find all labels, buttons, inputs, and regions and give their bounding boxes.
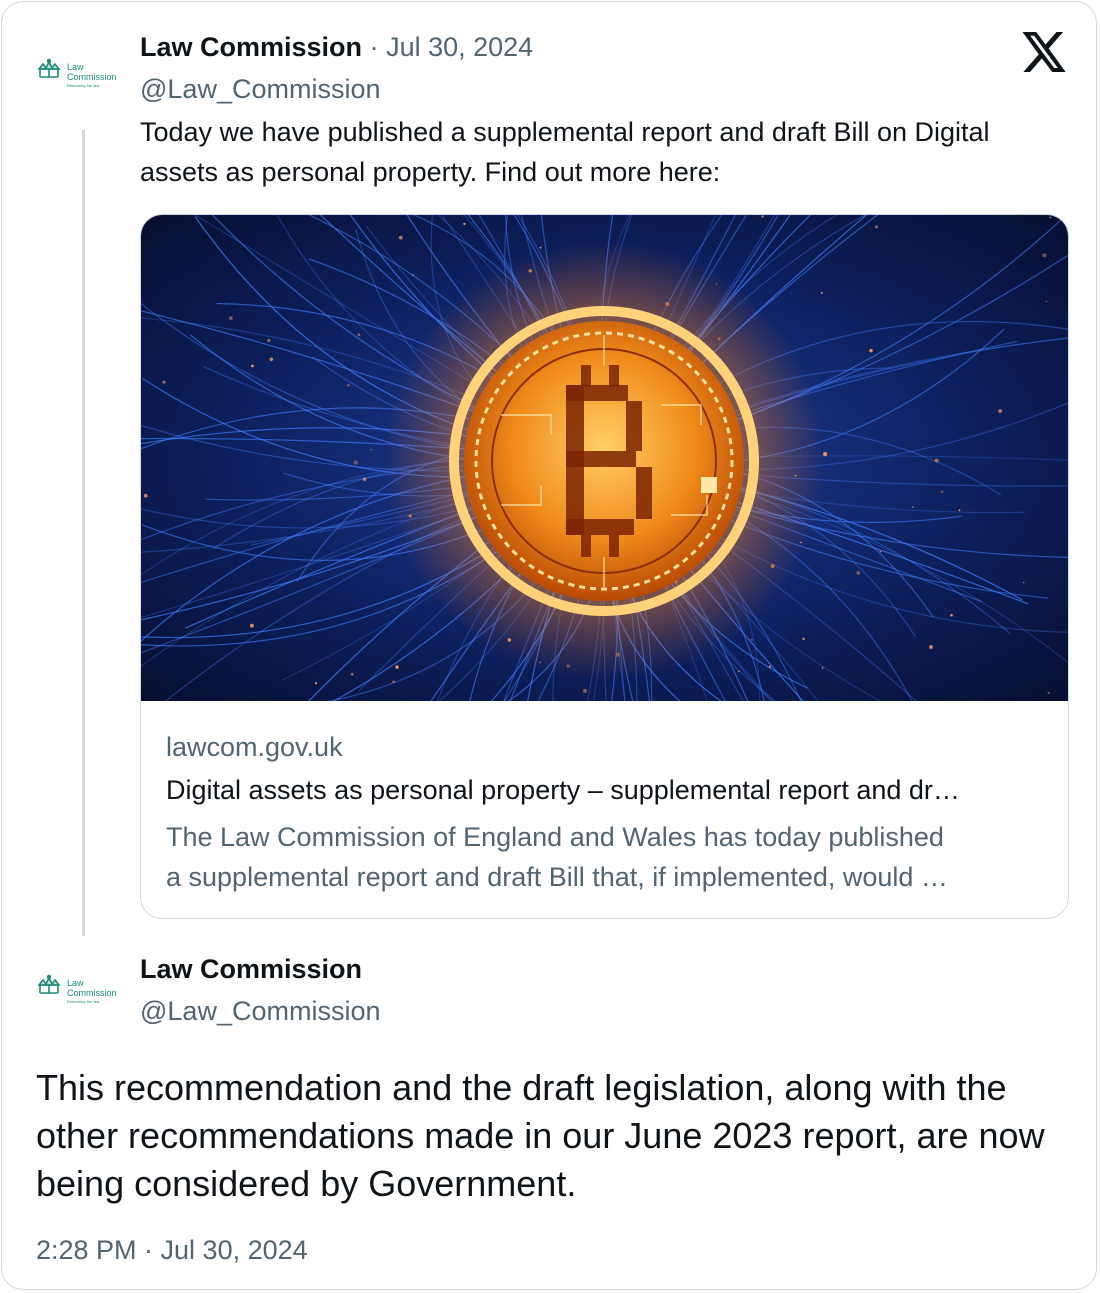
main-tweet-text: This recommendation and the draft legisl…: [36, 1067, 1045, 1204]
svg-text:Reforming the law: Reforming the law: [67, 999, 99, 1004]
quoted-tweet-header: Law Commission · Jul 30, 2024: [140, 31, 533, 63]
author-handle[interactable]: @Law_Commission: [140, 995, 380, 1027]
thread-connector-line: [82, 130, 85, 936]
law-commission-avatar[interactable]: Law Commission Reforming the law: [36, 54, 132, 94]
embedded-tweet-card: Law Commission Reforming the law Law Com…: [1, 1, 1097, 1290]
svg-text:Reforming the law: Reforming the law: [67, 83, 99, 88]
law-commission-logo-icon: Law Commission Reforming the law: [37, 58, 117, 88]
svg-text:Law: Law: [67, 62, 84, 72]
svg-text:Commission: Commission: [67, 988, 117, 998]
quoted-tweet-text: Today we have published a supplemental r…: [140, 117, 990, 187]
link-preview-card[interactable]: lawcom.gov.uk Digital assets as personal…: [140, 214, 1069, 919]
header-separator: ·: [369, 32, 379, 62]
author-handle[interactable]: @Law_Commission: [140, 73, 380, 105]
link-description-line-2: a supplemental report and draft Bill tha…: [166, 862, 948, 892]
author-name[interactable]: Law Commission: [140, 32, 362, 62]
glowing-bitcoin-circuit-image[interactable]: [141, 215, 1069, 701]
link-description: The Law Commission of England and Wales …: [166, 817, 1046, 897]
tweet-timestamp[interactable]: 2:28 PM · Jul 30, 2024: [36, 1232, 308, 1268]
tweet-date[interactable]: Jul 30, 2024: [386, 32, 533, 62]
x-logo-icon[interactable]: [1020, 30, 1068, 76]
author-name[interactable]: Law Commission: [140, 954, 362, 984]
link-description-line-1: The Law Commission of England and Wales …: [166, 822, 944, 852]
link-domain: lawcom.gov.uk: [166, 732, 343, 762]
link-title: Digital assets as personal property – su…: [166, 775, 960, 805]
svg-text:Law: Law: [67, 978, 84, 988]
main-tweet-header: Law Commission: [140, 953, 362, 985]
law-commission-logo-icon: Law Commission Reforming the law: [37, 974, 117, 1004]
law-commission-avatar[interactable]: Law Commission Reforming the law: [36, 970, 132, 1010]
svg-text:Commission: Commission: [67, 72, 117, 82]
